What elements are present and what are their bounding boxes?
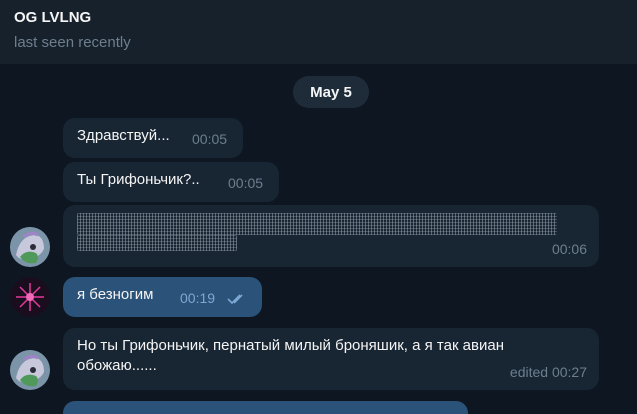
spoiler-message-bubble[interactable]: 00:06 — [63, 205, 599, 267]
message-bubble[interactable]: Здравствуй... 00:05 — [63, 118, 243, 158]
message-text: Здравствуй... — [77, 127, 170, 144]
message-text: Ты Грифоньчик?.. — [77, 171, 200, 188]
date-separator: May 5 — [293, 76, 369, 108]
double-check-icon — [227, 294, 243, 305]
message-time: 00:05 — [228, 175, 264, 191]
contact-avatar[interactable] — [10, 227, 50, 267]
message-bubble-outgoing[interactable]: я безногим 00:19 — [63, 277, 262, 317]
user-avatar[interactable] — [10, 277, 50, 317]
message-time: edited 00:27 — [509, 364, 587, 380]
contact-name: OG LVLNG — [14, 9, 92, 26]
contact-avatar[interactable] — [10, 350, 50, 390]
message-bubble[interactable]: Ты Грифоньчик?.. 00:05 — [63, 162, 279, 202]
message-time: 00:05 — [192, 131, 228, 147]
message-time: 00:06 — [551, 241, 587, 257]
message-bubble-outgoing-partial[interactable] — [63, 401, 468, 414]
message-text: я безногим — [77, 286, 154, 303]
message-list[interactable]: May 5 Здравствуй... 00:05 Ты Грифоньчик?… — [0, 64, 637, 414]
message-text-line2: обожаю...... — [77, 357, 157, 374]
hidden-text-spoiler-line2[interactable] — [77, 235, 237, 251]
message-bubble[interactable]: Но ты Грифоньчик, пернатый милый броняши… — [63, 328, 599, 390]
chat-header[interactable]: OG LVLNG last seen recently — [0, 0, 637, 64]
hidden-text-spoiler[interactable] — [77, 213, 557, 235]
message-time: 00:19 — [180, 290, 216, 306]
message-text-line1: Но ты Грифоньчик, пернатый милый броняши… — [77, 337, 504, 354]
contact-status: last seen recently — [14, 34, 131, 51]
